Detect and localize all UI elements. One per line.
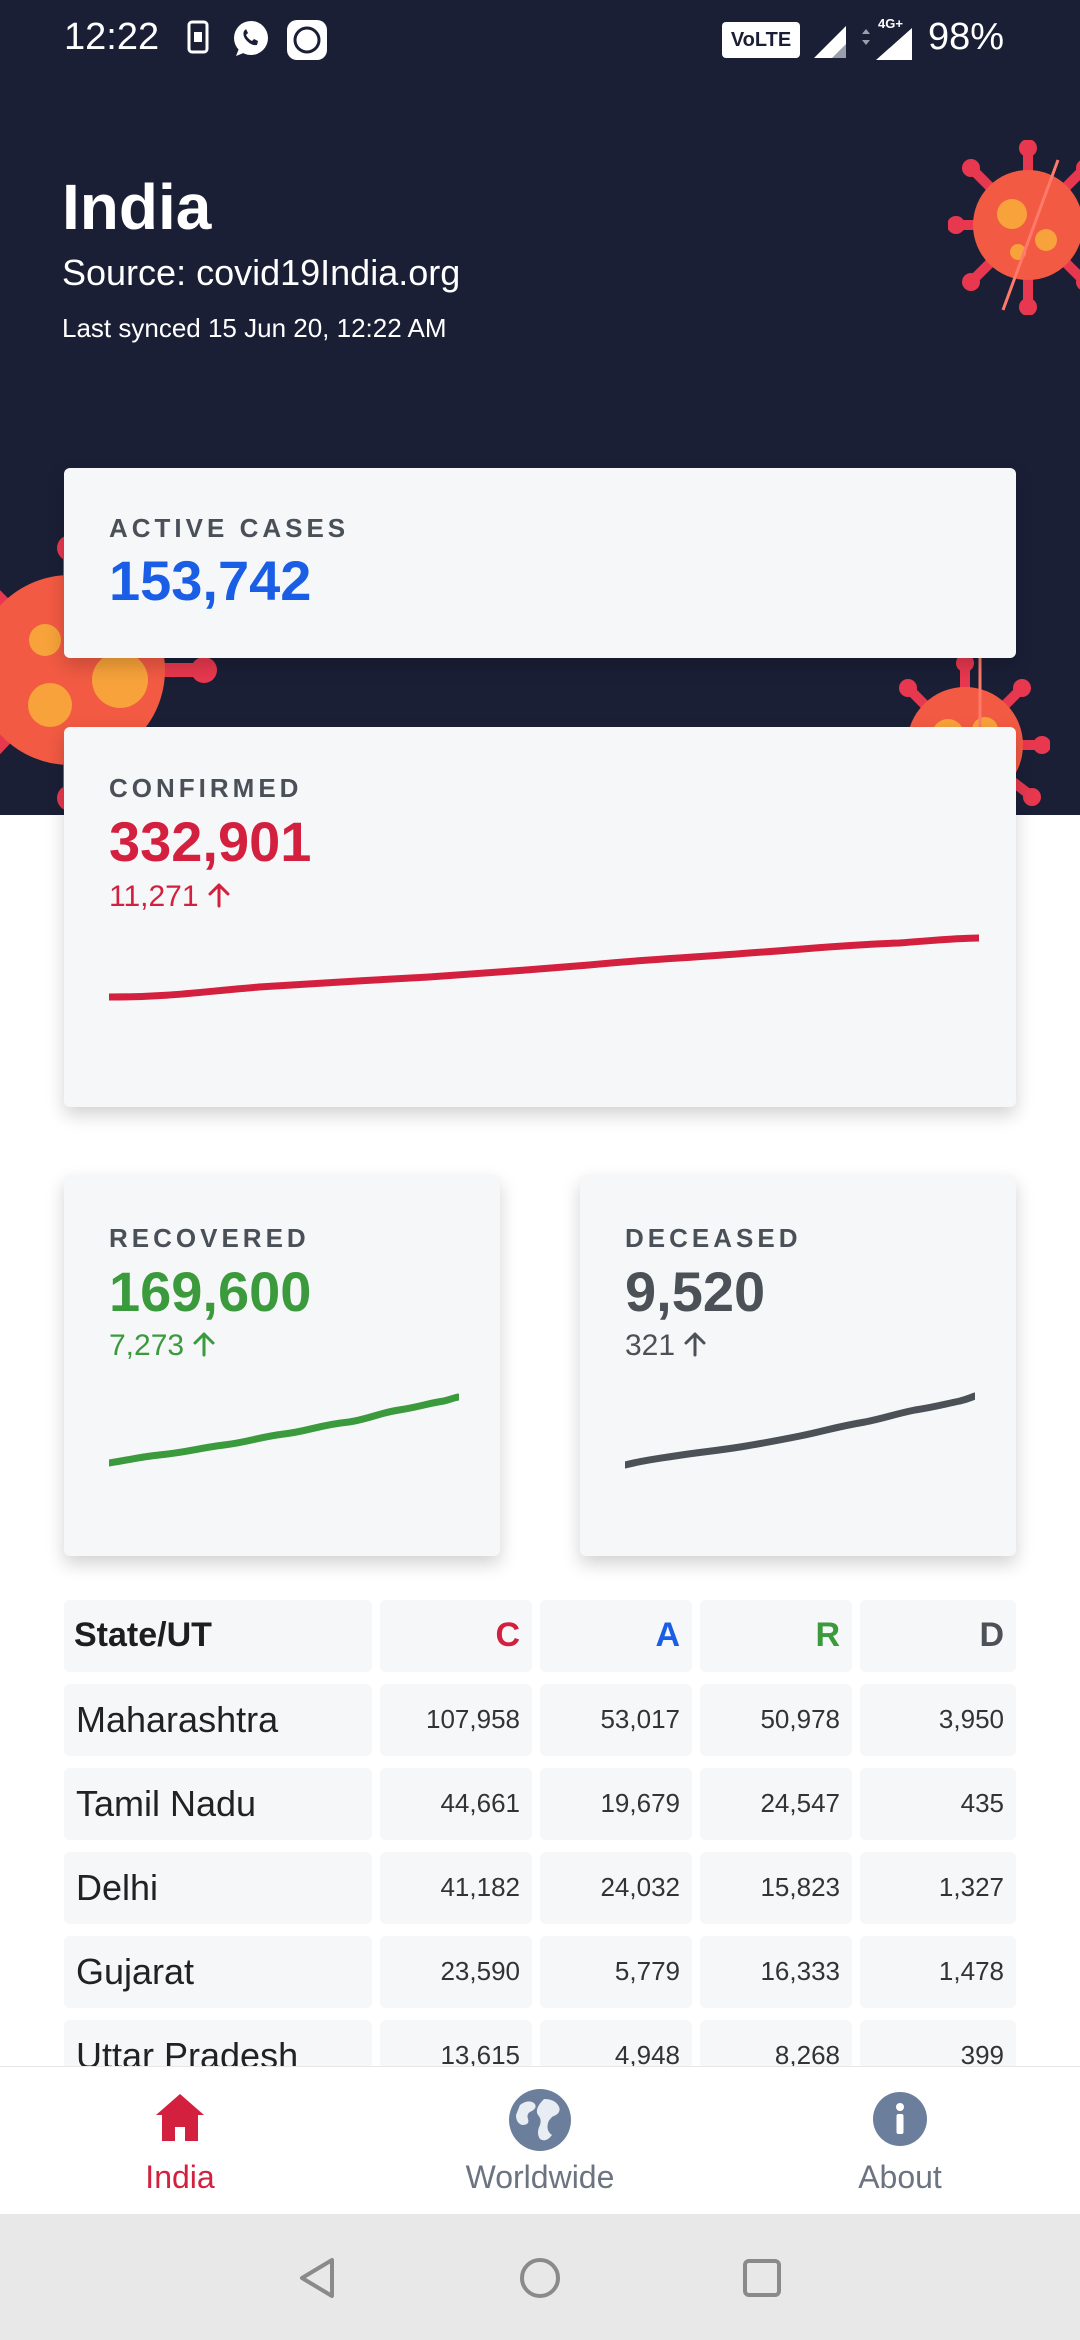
globe-icon xyxy=(509,2089,571,2151)
recovered-delta-value: 7,273 xyxy=(109,1329,185,1362)
recovered-delta: 7,273 xyxy=(109,1329,216,1363)
nav-india[interactable]: India xyxy=(0,2067,360,2215)
system-navigation-bar xyxy=(0,2214,1080,2340)
nav-india-label: India xyxy=(145,2159,215,2195)
table-cell-deceased: 1,327 xyxy=(860,1852,1016,1924)
state-table[interactable]: State/UT C A R D Maharashtra 107,958 53,… xyxy=(64,1600,1016,2066)
table-cell-deceased: 435 xyxy=(860,1768,1016,1840)
last-synced-text: Last synced 15 Jun 20, 12:22 AM xyxy=(62,313,447,343)
table-header-active[interactable]: A xyxy=(540,1600,692,1672)
table-cell-recovered: 16,333 xyxy=(700,1936,852,2008)
recents-icon[interactable] xyxy=(742,2258,782,2298)
deceased-value: 9,520 xyxy=(625,1260,766,1323)
sim-icon xyxy=(187,20,209,54)
table-row-state[interactable]: Delhi xyxy=(64,1852,372,1924)
confirmed-card[interactable]: CONFIRMED 332,901 11,271 xyxy=(64,727,1016,1107)
table-cell-confirmed: 13,615 xyxy=(380,2020,532,2066)
nav-worldwide-label: Worldwide xyxy=(465,2159,615,2195)
app-screen: 12:22 VoLTE 4G+ 98% India Source: covid1… xyxy=(0,0,1080,2340)
recovered-value: 169,600 xyxy=(109,1260,312,1323)
table-row-state[interactable]: Gujarat xyxy=(64,1936,372,2008)
home-icon xyxy=(156,2094,204,2141)
table-cell-active: 19,679 xyxy=(540,1768,692,1840)
table-header-state[interactable]: State/UT xyxy=(64,1600,372,1672)
arrow-up-icon xyxy=(208,883,230,908)
arrow-up-icon xyxy=(684,1332,706,1357)
nav-about-label: About xyxy=(858,2159,942,2195)
recovered-label: RECOVERED xyxy=(109,1223,310,1253)
table-cell-recovered: 15,823 xyxy=(700,1852,852,1924)
header-background xyxy=(0,0,1080,815)
signal-icon-2: 4G+ xyxy=(862,16,912,60)
table-cell-deceased: 1,478 xyxy=(860,1936,1016,2008)
table-header-recovered[interactable]: R xyxy=(700,1600,852,1672)
battery-percent: 98% xyxy=(927,16,1004,58)
whatsapp-icon xyxy=(234,21,268,56)
signal-icon-1 xyxy=(814,26,846,58)
table-cell-confirmed: 44,661 xyxy=(380,1768,532,1840)
nav-about[interactable]: About xyxy=(720,2067,1080,2215)
status-bar: 12:22 VoLTE 4G+ 98% xyxy=(0,0,1080,80)
table-cell-active: 24,032 xyxy=(540,1852,692,1924)
deceased-delta-value: 321 xyxy=(625,1329,676,1362)
volte-badge: VoLTE xyxy=(722,22,800,58)
confirmed-trend-line xyxy=(109,934,979,1001)
data-source-text: Source: covid19India.org xyxy=(62,252,461,293)
table-cell-confirmed: 23,590 xyxy=(380,1936,532,2008)
mi-app-icon xyxy=(287,20,327,60)
status-time: 12:22 xyxy=(64,16,160,58)
confirmed-value: 332,901 xyxy=(109,810,312,873)
table-cell-active: 53,017 xyxy=(540,1684,692,1756)
svg-text:4G+: 4G+ xyxy=(878,16,903,31)
deceased-trend-line xyxy=(625,1392,975,1469)
bottom-navigation: India Worldwide About xyxy=(0,2066,1080,2214)
table-row-state[interactable]: Tamil Nadu xyxy=(64,1768,372,1840)
arrow-up-icon xyxy=(193,1332,215,1357)
nav-worldwide[interactable]: Worldwide xyxy=(360,2067,720,2215)
table-cell-recovered: 24,547 xyxy=(700,1768,852,1840)
active-cases-label: ACTIVE CASES xyxy=(109,513,350,543)
table-cell-active: 5,779 xyxy=(540,1936,692,2008)
deceased-card[interactable]: DECEASED 9,520 321 xyxy=(580,1175,1016,1556)
table-cell-deceased: 399 xyxy=(860,2020,1016,2066)
table-header-confirmed[interactable]: C xyxy=(380,1600,532,1672)
table-cell-active: 4,948 xyxy=(540,2020,692,2066)
recovered-trend-line xyxy=(109,1393,459,1467)
home-button-icon[interactable] xyxy=(518,2256,562,2300)
table-cell-confirmed: 41,182 xyxy=(380,1852,532,1924)
table-cell-confirmed: 107,958 xyxy=(380,1684,532,1756)
active-cases-value: 153,742 xyxy=(109,549,312,612)
back-icon[interactable] xyxy=(296,2256,338,2300)
info-icon xyxy=(873,2092,927,2146)
table-cell-recovered: 8,268 xyxy=(700,2020,852,2066)
table-header-deceased[interactable]: D xyxy=(860,1600,1016,1672)
confirmed-label: CONFIRMED xyxy=(109,773,303,803)
virus-decoration-top-right xyxy=(948,140,1080,315)
table-row-state[interactable]: Maharashtra xyxy=(64,1684,372,1756)
deceased-label: DECEASED xyxy=(625,1223,802,1253)
recovered-card[interactable]: RECOVERED 169,600 7,273 xyxy=(64,1175,500,1556)
page-title: India xyxy=(62,171,212,243)
table-row-state[interactable]: Uttar Pradesh xyxy=(64,2020,372,2066)
deceased-delta: 321 xyxy=(625,1329,707,1363)
table-cell-recovered: 50,978 xyxy=(700,1684,852,1756)
active-cases-card[interactable]: ACTIVE CASES 153,742 xyxy=(64,468,1016,658)
table-cell-deceased: 3,950 xyxy=(860,1684,1016,1756)
